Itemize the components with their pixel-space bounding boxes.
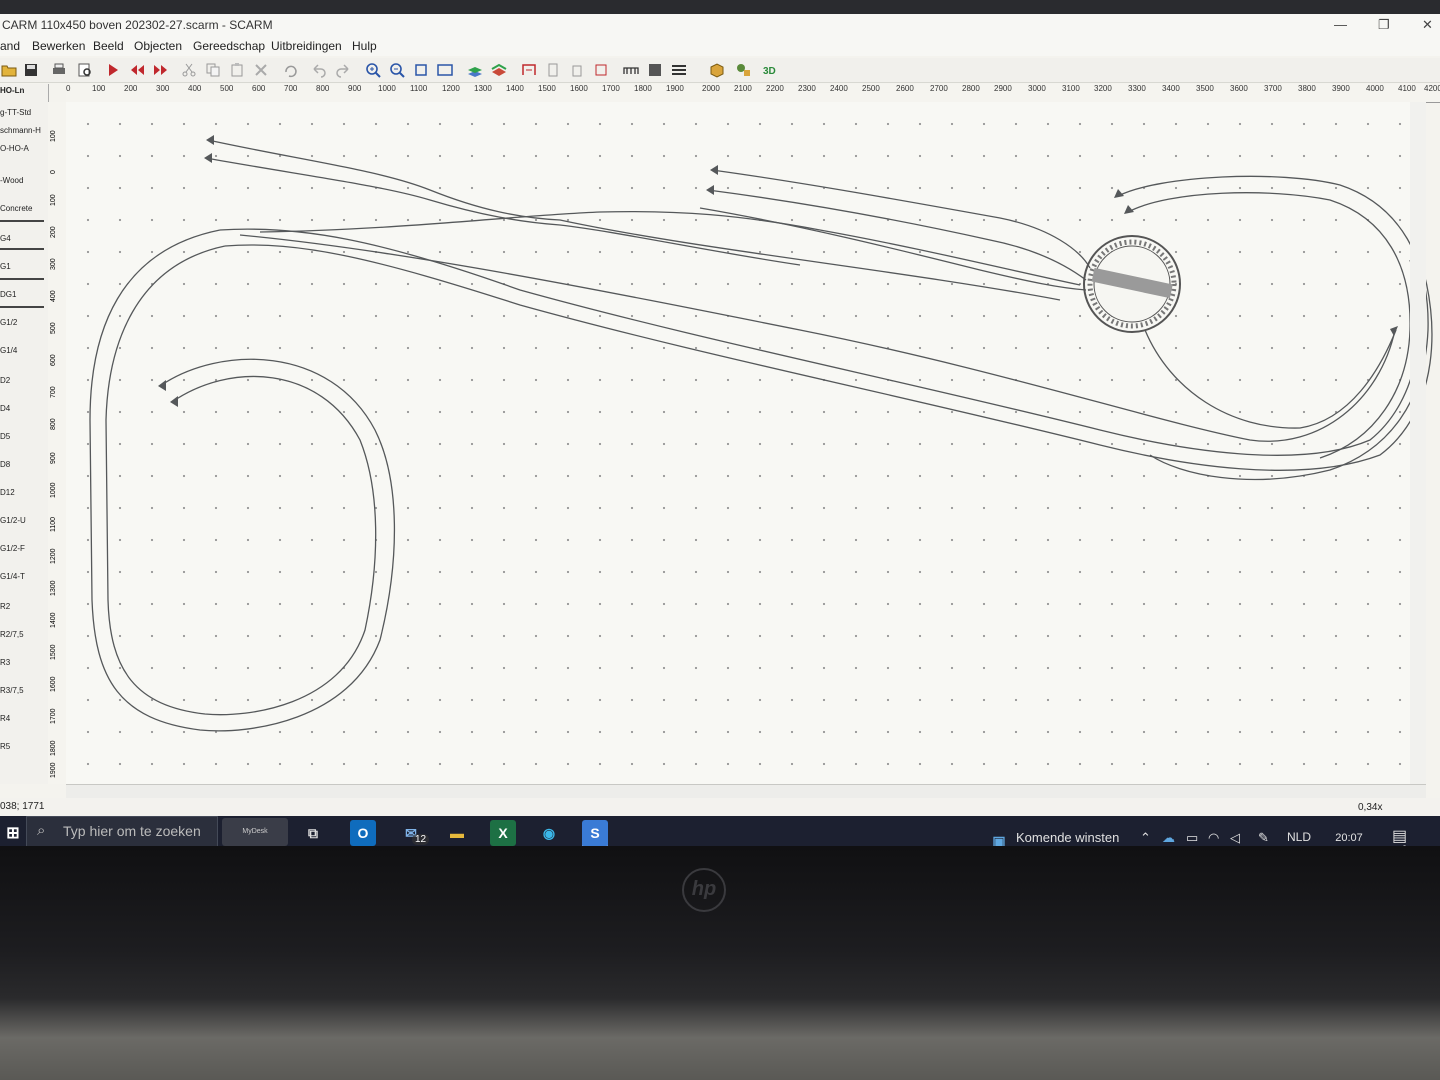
track (1117, 175, 1429, 481)
hp-logo: hp (682, 868, 726, 912)
track (1144, 329, 1397, 429)
taskbar-search[interactable]: ⌕ Typ hier om te zoeken (26, 816, 218, 850)
task-view-icon[interactable]: ⧉ (300, 820, 326, 846)
wifi-icon[interactable]: ◠ (1208, 830, 1219, 846)
scarm-taskbar-icon[interactable]: S (582, 820, 608, 848)
status-bar: 038; 1771 0,34x (0, 798, 1440, 816)
mail-badge: 12 (412, 834, 430, 845)
track-layout[interactable] (0, 14, 1440, 850)
vertical-scrollbar[interactable] (1410, 102, 1426, 784)
outlook-icon[interactable]: O (350, 820, 376, 846)
widget-label[interactable]: Komende winsten (1016, 830, 1119, 845)
track (105, 245, 377, 716)
onedrive-icon[interactable]: ☁ (1162, 830, 1175, 846)
windows-start-icon[interactable]: ⊞ (0, 820, 26, 846)
track (707, 189, 1087, 281)
language-indicator[interactable]: NLD (1287, 830, 1311, 844)
buffer-stop (170, 396, 178, 407)
track (239, 234, 1396, 442)
zoom-level: 0,34x (1358, 802, 1383, 813)
buffer-stop (206, 135, 214, 145)
buffer-stop (710, 165, 718, 175)
excel-icon[interactable]: X (490, 820, 516, 846)
windows-taskbar: ⊞ ⌕ Typ hier om te zoeken MyDesk ⧉ O ✉ 1… (0, 816, 1440, 850)
volume-icon[interactable]: ◁ (1230, 830, 1240, 846)
search-icon: ⌕ (37, 822, 46, 839)
track (711, 169, 1091, 269)
screen: CARM 110x450 boven 202302-27.scarm - SCA… (0, 14, 1440, 850)
mydesk-app[interactable]: MyDesk (222, 818, 288, 846)
layout-canvas[interactable] (66, 102, 1433, 784)
chevron-up-icon[interactable]: ⌃ (1140, 830, 1151, 846)
track (207, 139, 1061, 301)
buffer-stop (1390, 326, 1398, 336)
monitor-bezel-top (0, 0, 1440, 14)
clock-time: 20:07 (1335, 832, 1363, 844)
buffer-stop (204, 153, 212, 163)
cursor-coordinates: 038; 1771 (0, 801, 45, 812)
turntable[interactable] (1083, 235, 1181, 333)
search-placeholder: Typ hier om te zoeken (63, 823, 201, 839)
track (224, 244, 1433, 471)
buffer-stop (706, 185, 714, 195)
file-explorer-icon[interactable]: ▬ (444, 820, 470, 846)
buffer-stop (158, 380, 166, 391)
horizontal-scrollbar[interactable] (66, 784, 1426, 799)
track (1127, 192, 1411, 459)
track (259, 210, 1081, 286)
track (89, 229, 396, 732)
notification-icon[interactable]: ▤ (1392, 826, 1407, 846)
edge-icon[interactable]: ◉ (536, 820, 562, 846)
battery-icon[interactable]: ▭ (1186, 830, 1198, 846)
track (205, 157, 801, 266)
pen-icon[interactable]: ✎ (1258, 830, 1269, 846)
